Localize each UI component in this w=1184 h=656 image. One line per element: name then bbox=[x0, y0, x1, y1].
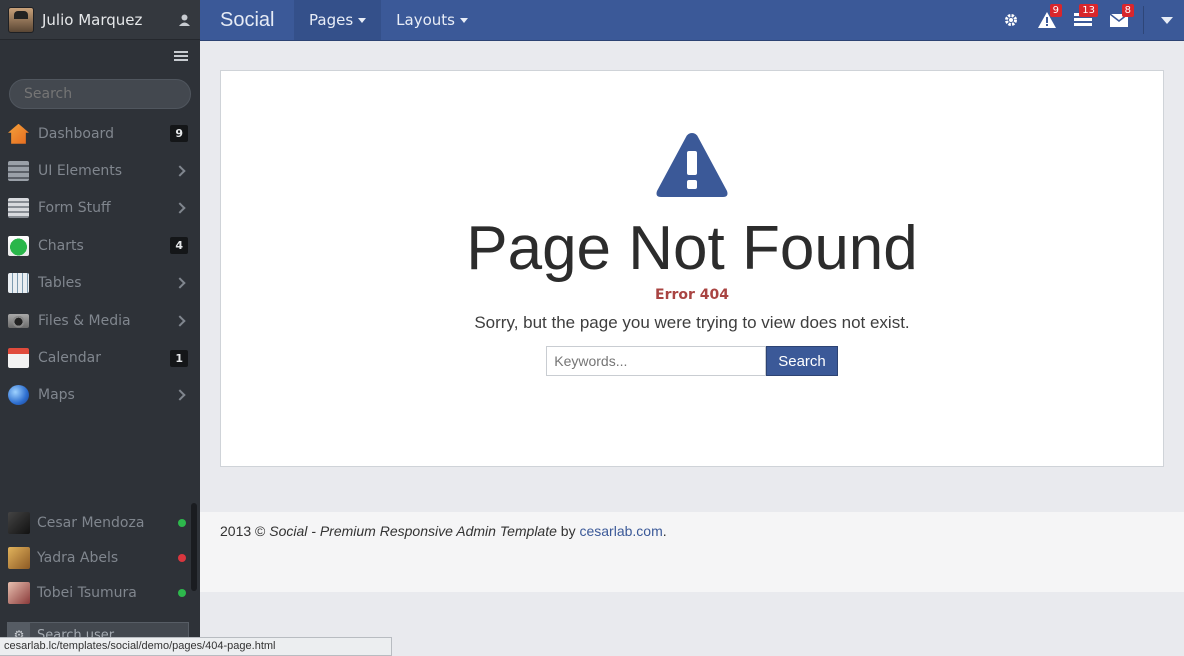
count-badge: 1 bbox=[170, 349, 188, 367]
warning-icon bbox=[656, 133, 728, 197]
busy-status-dot bbox=[178, 553, 186, 562]
page-title: Page Not Found bbox=[466, 214, 918, 283]
sidebar-item-maps[interactable]: Maps bbox=[0, 377, 200, 414]
sidebar-item-charts[interactable]: Charts 4 bbox=[0, 227, 200, 264]
contact-item[interactable]: Yadra Abels bbox=[0, 540, 200, 575]
online-status-dot bbox=[178, 588, 186, 597]
chevron-right-icon bbox=[174, 165, 186, 177]
footer-by: by bbox=[556, 523, 580, 539]
keywords-input[interactable] bbox=[546, 346, 767, 376]
scrollbar[interactable] bbox=[191, 503, 197, 591]
contact-name: Tobei Tsumura bbox=[37, 584, 137, 601]
nav-label: Pages bbox=[309, 11, 354, 29]
sidebar-item-label: Charts bbox=[38, 237, 84, 254]
sidebar-item-calendar[interactable]: Calendar 1 bbox=[0, 339, 200, 376]
count-badge: 4 bbox=[170, 237, 188, 255]
settings-button[interactable] bbox=[993, 0, 1029, 40]
chevron-right-icon bbox=[174, 389, 186, 402]
user-name: Julio Marquez bbox=[42, 10, 143, 29]
hamburger-icon bbox=[174, 51, 188, 61]
home-icon bbox=[8, 123, 29, 144]
contact-item[interactable]: Cesar Mendoza bbox=[0, 505, 200, 540]
error-code: Error 404 bbox=[655, 287, 729, 303]
sidebar-item-tables[interactable]: Tables bbox=[0, 265, 200, 302]
avatar bbox=[8, 6, 34, 33]
chart-icon bbox=[8, 235, 29, 256]
divider bbox=[1143, 6, 1144, 34]
contact-avatar bbox=[8, 581, 30, 604]
sidebar-item-label: Calendar bbox=[38, 350, 101, 367]
sidebar-item-files-media[interactable]: Files & Media bbox=[0, 302, 200, 339]
count-badge: 9 bbox=[170, 125, 188, 143]
sidebar: Julio Marquez Dashboard 9 UI Elements Fo… bbox=[0, 0, 200, 656]
ui-elements-icon bbox=[8, 161, 29, 182]
messages-button[interactable]: 8 bbox=[1101, 0, 1137, 40]
caret-down-icon bbox=[459, 17, 468, 23]
contact-avatar bbox=[8, 511, 30, 534]
user-profile[interactable]: Julio Marquez bbox=[0, 0, 200, 40]
footer-tagline: - Premium Responsive Admin Template bbox=[307, 523, 557, 539]
sidebar-item-form-stuff[interactable]: Form Stuff bbox=[0, 190, 200, 227]
sidebar-item-label: UI Elements bbox=[38, 163, 123, 180]
nav-label: Layouts bbox=[396, 11, 455, 29]
alerts-badge: 9 bbox=[1049, 4, 1062, 17]
gear-icon bbox=[1005, 14, 1017, 26]
navbar-actions: 9 13 8 bbox=[993, 0, 1184, 40]
sidebar-item-label: Files & Media bbox=[38, 312, 131, 329]
search-form: Search bbox=[221, 346, 1163, 376]
contact-name: Cesar Mendoza bbox=[37, 514, 145, 531]
contact-name: Yadra Abels bbox=[37, 549, 119, 566]
nav-layouts-dropdown[interactable]: Layouts bbox=[381, 0, 483, 40]
globe-icon bbox=[8, 385, 29, 406]
footer-brand: Social bbox=[269, 523, 308, 539]
caret-down-icon bbox=[358, 17, 367, 23]
table-icon bbox=[8, 273, 29, 294]
messages-badge: 8 bbox=[1121, 4, 1134, 17]
browser-status-url: cesarlab.lc/templates/social/demo/pages/… bbox=[0, 637, 392, 656]
alerts-button[interactable]: 9 bbox=[1029, 0, 1065, 40]
tasks-badge: 13 bbox=[1079, 4, 1098, 17]
account-dropdown-button[interactable] bbox=[1150, 0, 1184, 40]
contact-avatar bbox=[8, 546, 30, 569]
search-button[interactable]: Search bbox=[766, 346, 838, 376]
online-status-dot bbox=[178, 518, 186, 527]
footer: 2013 © Social - Premium Responsive Admin… bbox=[200, 512, 1184, 592]
error-panel: Page Not Found Error 404 Sorry, but the … bbox=[220, 70, 1164, 467]
chevron-right-icon bbox=[174, 202, 186, 215]
sidebar-item-dashboard[interactable]: Dashboard 9 bbox=[0, 115, 200, 152]
tasks-button[interactable]: 13 bbox=[1065, 0, 1101, 40]
sidebar-item-label: Dashboard bbox=[38, 125, 114, 142]
online-users-list: Cesar Mendoza Yadra Abels Tobei Tsumura bbox=[0, 505, 200, 610]
calendar-icon bbox=[8, 348, 29, 369]
footer-link[interactable]: cesarlab.com bbox=[579, 523, 662, 539]
error-message: Sorry, but the page you were trying to v… bbox=[474, 313, 910, 332]
top-navbar: Social Pages Layouts 9 13 8 bbox=[200, 0, 1184, 41]
footer-suffix: . bbox=[662, 523, 667, 539]
user-icon[interactable] bbox=[178, 14, 190, 26]
chevron-right-icon bbox=[174, 277, 186, 289]
footer-copyright: 2013 © bbox=[220, 523, 270, 539]
sidebar-item-ui-elements[interactable]: UI Elements bbox=[0, 152, 200, 189]
sidebar-nav: Dashboard 9 UI Elements Form Stuff Chart… bbox=[0, 115, 200, 414]
brand-logo[interactable]: Social bbox=[200, 9, 294, 32]
sidebar-item-label: Tables bbox=[38, 275, 82, 292]
sidebar-item-label: Form Stuff bbox=[38, 200, 111, 217]
nav-pages-dropdown[interactable]: Pages bbox=[294, 0, 382, 40]
sidebar-item-label: Maps bbox=[38, 387, 75, 404]
chevron-right-icon bbox=[174, 314, 186, 327]
caret-down-icon bbox=[1161, 16, 1173, 24]
menu-toggle-button[interactable] bbox=[0, 40, 200, 72]
form-icon bbox=[8, 198, 29, 219]
camera-icon bbox=[8, 313, 29, 328]
contact-item[interactable]: Tobei Tsumura bbox=[0, 575, 200, 610]
sidebar-search-input[interactable] bbox=[9, 79, 191, 109]
